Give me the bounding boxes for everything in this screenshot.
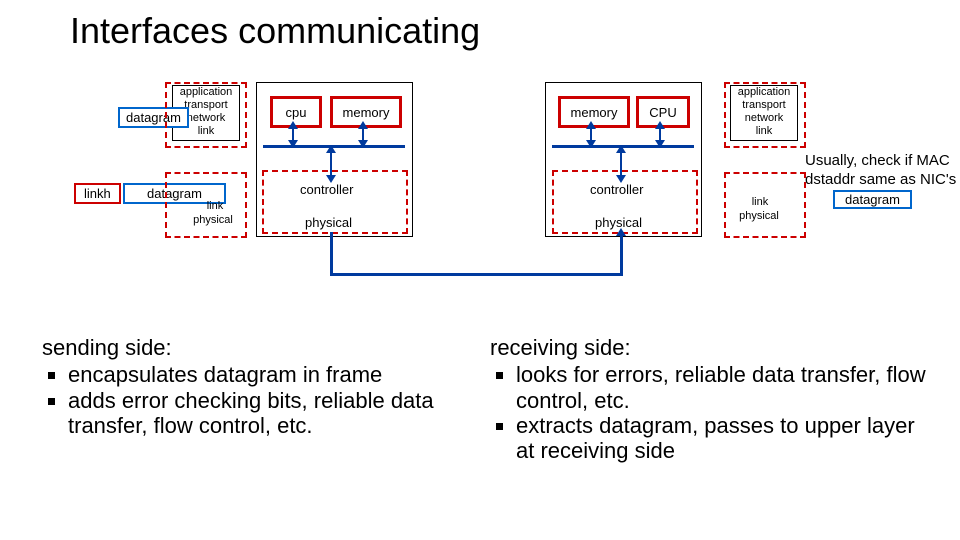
page-title: Interfaces communicating xyxy=(70,10,480,52)
dash-upper-right xyxy=(724,82,806,148)
arrowhead-up xyxy=(288,121,298,129)
link-v-left xyxy=(330,232,333,275)
arrowhead-down xyxy=(326,175,336,183)
physical-left: physical xyxy=(305,215,352,230)
arrowhead-up xyxy=(616,145,626,153)
sending-block: sending side: encapsulates datagram in f… xyxy=(42,335,462,438)
memory-label: memory xyxy=(571,105,618,120)
receiving-heading: receiving side: xyxy=(490,335,930,360)
receiving-bullet: looks for errors, reliable data transfer… xyxy=(516,362,930,413)
arrowhead-down xyxy=(586,140,596,148)
dash-lower-left xyxy=(165,172,247,238)
sending-heading: sending side: xyxy=(42,335,462,360)
cpu-label: cpu xyxy=(286,105,307,120)
arrowhead-down xyxy=(288,140,298,148)
receiving-bullet: extracts datagram, passes to upper layer… xyxy=(516,413,930,464)
arrowhead-down xyxy=(358,140,368,148)
controller-right: controller xyxy=(590,182,643,197)
cpu-label: CPU xyxy=(649,105,676,120)
mac-note-line: dstaddr same as NIC's xyxy=(805,171,960,190)
sending-bullet: encapsulates datagram in frame xyxy=(68,362,462,387)
arrowhead-down xyxy=(616,175,626,183)
dash-lower-right xyxy=(724,172,806,238)
mac-note-line: Usually, check if MAC xyxy=(805,152,960,171)
receiving-block: receiving side: looks for errors, reliab… xyxy=(490,335,930,463)
mac-note: Usually, check if MAC dstaddr same as NI… xyxy=(805,152,960,190)
arrowhead-down xyxy=(655,140,665,148)
arrowhead-up xyxy=(655,121,665,129)
arrowhead-up xyxy=(326,145,336,153)
arrowhead-up xyxy=(586,121,596,129)
linkh-box: linkh xyxy=(74,183,121,204)
link-v-right xyxy=(620,232,623,275)
arrowhead-into-right xyxy=(616,228,626,236)
arrowhead-up xyxy=(358,121,368,129)
memory-label: memory xyxy=(343,105,390,120)
linkh-text: linkh xyxy=(84,186,111,201)
sending-bullet: adds error checking bits, reliable data … xyxy=(68,388,462,439)
controller-left: controller xyxy=(300,182,353,197)
dash-upper-left xyxy=(165,82,247,148)
mac-note-datagram: datagram xyxy=(833,190,912,209)
datagram-text: datagram xyxy=(845,192,900,207)
link-horiz xyxy=(330,273,623,276)
slide-root: Interfaces communicating application tra… xyxy=(0,0,960,540)
